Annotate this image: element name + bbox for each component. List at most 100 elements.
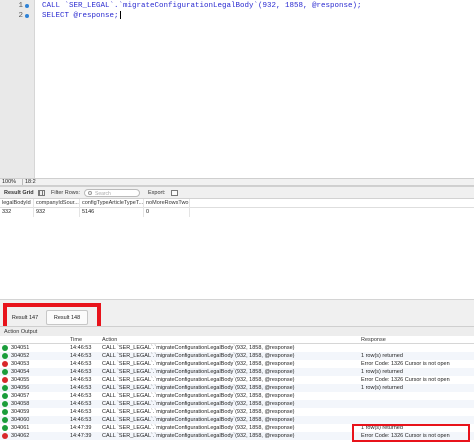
list-item[interactable]: 304057 14:46:53 CALL `SER_LEGAL`.`migrateC… [0,392,474,400]
row-number: 304055 [11,377,30,383]
tab-result-147[interactable]: Result 147 [8,308,42,328]
row-response: 1 row(s) returned [361,353,403,359]
row-action: CALL `SER_LEGAL`.`migrateConfigurationLe… [102,401,295,407]
column-header[interactable]: legalBodyId [0,199,34,208]
row-number: 304052 [11,353,30,359]
row-action: CALL `SER_LEGAL`.`migrateConfigurationLe… [102,353,295,359]
result-grid[interactable]: legalBodyId companyIdSour... configTypeA… [0,199,474,299]
success-status-icon [2,401,8,407]
list-item[interactable]: 304051 14:46:53 CALL `SER_LEGAL`.`migrateC… [0,344,474,352]
row-time: 14:46:53 [70,377,92,383]
result-grid-toolbar: Result Grid Filter Rows: Search Export: [0,187,474,199]
code-text[interactable]: SELECT @response; [42,12,119,20]
row-action: CALL `SER_LEGAL`.`migrateConfigurationLe… [102,433,295,439]
execution-marker-icon [25,14,29,18]
row-number: 304060 [11,417,30,423]
row-response: 1 row(s) returned [361,385,403,391]
row-response: Error Code: 1326 Cursor is not open [361,361,450,367]
error-status-icon [2,377,8,383]
column-header[interactable]: companyIdSour... [34,199,80,208]
editor-line[interactable]: 1 CALL `SER_LEGAL`.`migrateConfiguration… [0,1,474,11]
row-response: 1 row(s) returned [361,425,403,431]
editor-line[interactable]: 2 SELECT @response; [0,11,474,21]
search-icon [88,191,92,195]
list-item[interactable]: 304056 14:46:53 CALL `SER_LEGAL`.`migrateC… [0,384,474,392]
success-status-icon [2,385,8,391]
list-item[interactable]: 304060 14:46:53 CALL `SER_LEGAL`.`migrateC… [0,416,474,424]
row-time: 14:46:53 [70,345,92,351]
tab-result-148[interactable]: Result 148 [46,310,88,325]
success-status-icon [2,417,8,423]
code-line-2[interactable]: SELECT @response; [42,11,121,21]
row-action: CALL `SER_LEGAL`.`migrateConfigurationLe… [102,425,295,431]
line-number: 2 [18,12,23,20]
list-item[interactable]: 304058 14:46:53 CALL `SER_LEGAL`.`migrateC… [0,400,474,408]
success-status-icon [2,425,8,431]
column-header-response[interactable]: Response [361,336,386,344]
table-cell[interactable]: 332 [0,208,34,217]
filter-rows-label: Filter Rows: [51,190,81,196]
text-cursor [119,11,121,20]
row-time: 14:47:39 [70,425,92,431]
row-number: 304059 [11,409,30,415]
success-status-icon [2,369,8,375]
list-item[interactable]: 304061 14:47:39 CALL `SER_LEGAL`.`migrateC… [0,424,474,432]
cursor-position: 18:2 [22,179,38,185]
row-number: 304062 [11,433,30,439]
code-text[interactable]: CALL `SER_LEGAL`.`migrateConfigurationLe… [42,1,362,11]
row-time: 14:46:53 [70,417,92,423]
list-item[interactable]: 304055 14:46:53 CALL `SER_LEGAL`.`migrateC… [0,376,474,384]
row-time: 14:46:53 [70,385,92,391]
success-status-icon [2,409,8,415]
success-status-icon [2,345,8,351]
error-status-icon [2,433,8,439]
row-response: Error Code: 1326 Cursor is not open [361,377,450,383]
result-grid-label: Result Grid [4,190,34,196]
table-row[interactable]: 332 932 5146 0 [0,208,474,217]
execution-marker-icon [25,4,29,8]
line-number: 1 [18,2,23,10]
row-action: CALL `SER_LEGAL`.`migrateConfigurationLe… [102,369,295,375]
list-item[interactable]: 304062 14:47:39 CALL `SER_LEGAL`.`migrateC… [0,432,474,440]
row-number: 304051 [11,345,30,351]
list-item[interactable]: 304054 14:46:53 CALL `SER_LEGAL`.`migrateC… [0,368,474,376]
table-cell[interactable]: 932 [34,208,80,217]
output-panel-header: Action Output [0,326,474,336]
list-item[interactable]: 304059 14:46:53 CALL `SER_LEGAL`.`migrateC… [0,408,474,416]
row-action: CALL `SER_LEGAL`.`migrateConfigurationLe… [102,417,295,423]
row-number: 304054 [11,369,30,375]
row-action: CALL `SER_LEGAL`.`migrateConfigurationLe… [102,361,295,367]
list-item[interactable]: 304053 14:46:53 CALL `SER_LEGAL`.`migrateC… [0,360,474,368]
grid-header-row: legalBodyId companyIdSour... configTypeA… [0,199,474,208]
line-gutter [0,0,35,178]
success-status-icon [2,393,8,399]
sql-editor[interactable]: 1 CALL `SER_LEGAL`.`migrateConfiguration… [0,0,474,178]
column-header-action[interactable]: Action [102,336,117,344]
row-action: CALL `SER_LEGAL`.`migrateConfigurationLe… [102,345,295,351]
table-cell[interactable]: 0 [144,208,190,217]
column-header-time[interactable]: Time [70,336,82,344]
row-time: 14:46:53 [70,393,92,399]
row-action: CALL `SER_LEGAL`.`migrateConfigurationLe… [102,377,295,383]
zoom-level[interactable]: 100% [2,179,16,185]
table-cell[interactable]: 5146 [80,208,144,217]
row-time: 14:46:53 [70,353,92,359]
grid-view-icon[interactable] [38,190,45,196]
row-number: 304056 [11,385,30,391]
filter-search-input[interactable]: Search [84,189,140,197]
row-number: 304053 [11,361,30,367]
list-item[interactable]: 304052 14:46:53 CALL `SER_LEGAL`.`migrateC… [0,352,474,360]
row-time: 14:46:53 [70,401,92,407]
column-header[interactable]: configTypeArticleTypeT... [80,199,144,208]
column-header[interactable]: noMoreRowsTwo [144,199,190,208]
export-label: Export: [148,190,166,196]
row-response: 1 row(s) returned [361,369,403,375]
row-response: Error Code: 1326 Cursor is not open [361,433,450,439]
row-time: 14:46:53 [70,369,92,375]
row-time: 14:47:39 [70,433,92,439]
editor-status-bar: 100% 18:2 [0,178,474,186]
export-icon[interactable] [171,190,178,196]
row-number: 304057 [11,393,30,399]
row-action: CALL `SER_LEGAL`.`migrateConfigurationLe… [102,393,295,399]
success-status-icon [2,353,8,359]
